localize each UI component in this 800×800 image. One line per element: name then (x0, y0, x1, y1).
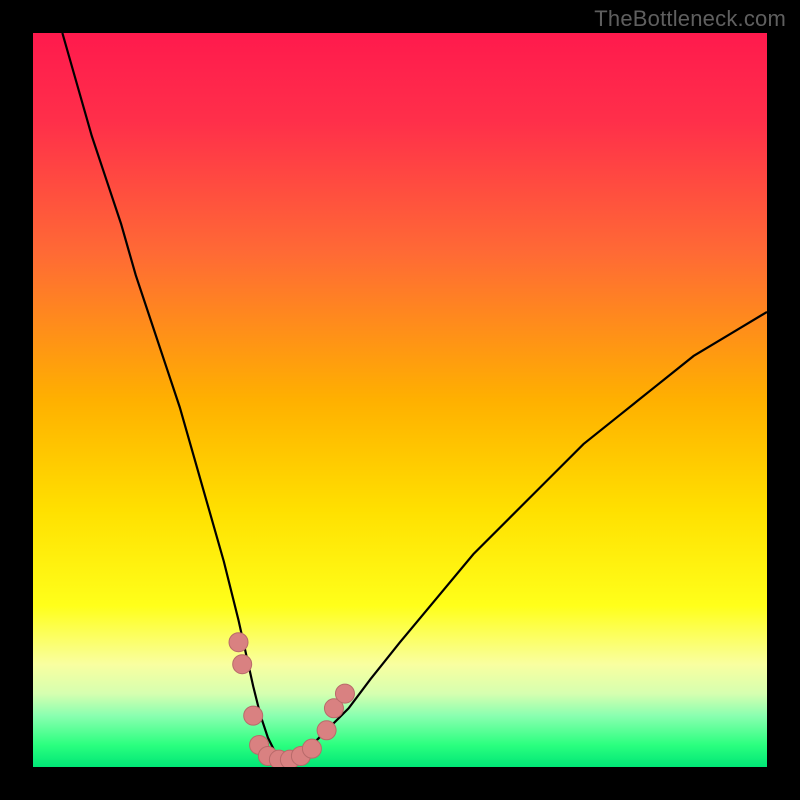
marker-dot (229, 633, 248, 652)
marker-dot (302, 739, 321, 758)
marker-dot (317, 721, 336, 740)
marker-dot (244, 706, 263, 725)
watermark-text: TheBottleneck.com (594, 6, 786, 32)
plot-area (33, 33, 767, 767)
marker-dot (233, 655, 252, 674)
marker-dot (335, 684, 354, 703)
chart-frame: TheBottleneck.com (0, 0, 800, 800)
sample-points (33, 33, 767, 767)
